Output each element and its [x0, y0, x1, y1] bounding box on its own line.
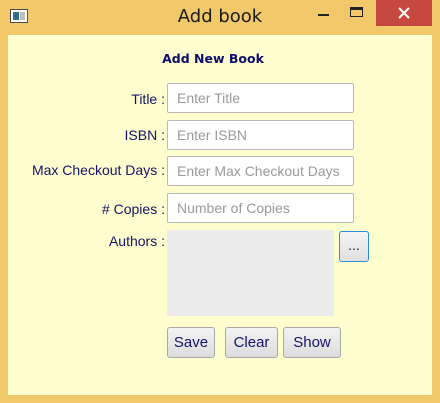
authors-list[interactable]	[167, 230, 334, 316]
clear-button[interactable]: Clear	[225, 327, 278, 358]
save-button[interactable]: Save	[167, 327, 215, 358]
browse-authors-button[interactable]: ...	[339, 231, 369, 262]
isbn-input[interactable]	[167, 120, 354, 150]
add-book-window: Add book Add New Book Title : ISBN : Max…	[0, 0, 440, 403]
form-panel: Add New Book Title : ISBN : Max Checkout…	[8, 35, 432, 395]
minimize-button[interactable]	[306, 0, 340, 26]
maximize-icon	[350, 7, 363, 17]
window-title: Add book	[177, 6, 263, 27]
authors-label: Authors :	[108, 233, 165, 249]
title-input[interactable]	[167, 83, 354, 113]
title-bar[interactable]: Add book	[0, 0, 440, 34]
close-icon	[398, 7, 410, 19]
copies-input[interactable]	[167, 193, 354, 223]
copies-label: # Copies :	[101, 201, 165, 217]
form-heading: Add New Book	[162, 51, 264, 66]
max-checkout-days-label: Max Checkout Days :	[31, 162, 165, 178]
show-button[interactable]: Show	[283, 327, 341, 358]
minimize-icon	[318, 14, 329, 16]
close-button[interactable]	[376, 0, 432, 26]
maximize-button[interactable]	[340, 0, 374, 26]
isbn-label: ISBN :	[124, 127, 165, 143]
title-label: Title :	[131, 91, 165, 107]
max-checkout-days-input[interactable]	[167, 156, 354, 186]
